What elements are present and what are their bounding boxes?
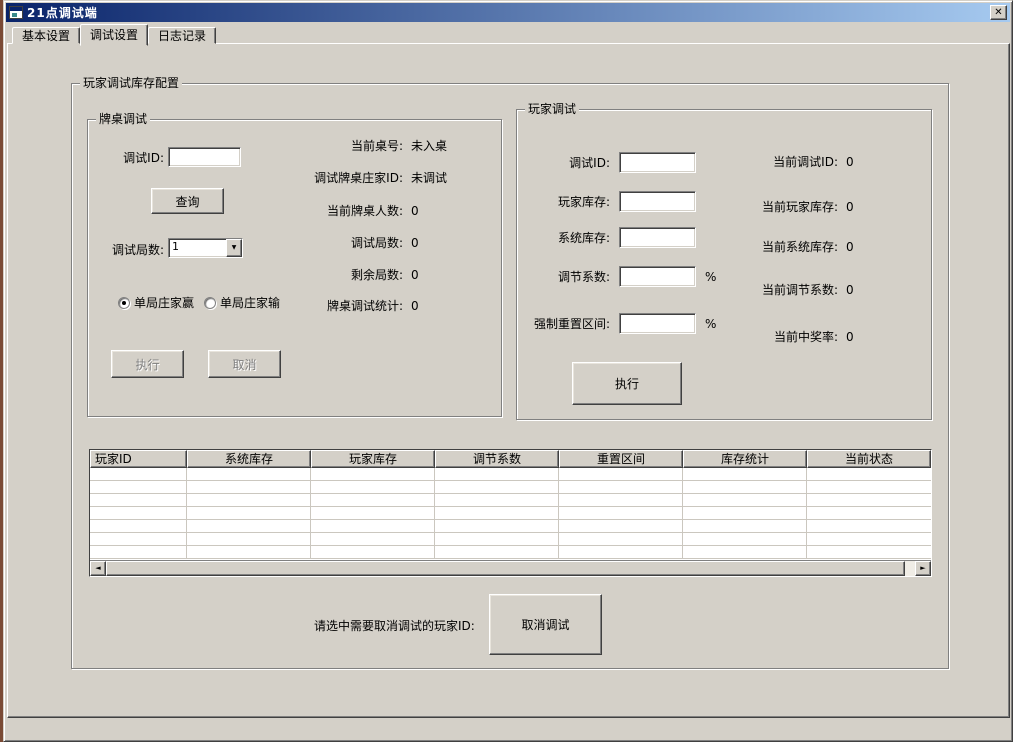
- stat-label: 当前桌号:: [278, 138, 403, 154]
- stat-label: 当前中奖率:: [722, 329, 838, 345]
- stat-label: 当前调试ID:: [722, 154, 838, 170]
- scroll-left-icon: ◄: [95, 564, 100, 572]
- table-row[interactable]: [90, 468, 931, 481]
- player-list: 玩家ID 系统库存 玩家库存 调节系数 重置区间 库存统计 当前状态 ◄: [89, 449, 932, 577]
- group-table-debug: 牌桌调试 调试ID: 查询 调试局数: 1 ▼ 单局庄家赢 单局庄家输 执行 取…: [87, 119, 502, 417]
- table-row[interactable]: [90, 520, 931, 533]
- stat-label: 剩余局数:: [278, 267, 403, 283]
- column-header-system-stock[interactable]: 系统库存: [187, 450, 311, 468]
- cancel-debug-button[interactable]: 取消调试: [489, 594, 602, 655]
- table-cancel-button: 取消: [208, 350, 281, 378]
- stat-value: 0: [846, 154, 854, 170]
- scroll-track: [905, 561, 915, 576]
- tab-basic-settings[interactable]: 基本设置: [12, 27, 80, 44]
- stat-value: 0: [846, 282, 854, 298]
- table-row[interactable]: [90, 494, 931, 507]
- stat-label: 当前调节系数:: [722, 282, 838, 298]
- table-row[interactable]: [90, 546, 931, 559]
- stat-current-player-stock: 当前玩家库存: 0: [517, 199, 933, 215]
- player-execute-button[interactable]: 执行: [572, 362, 682, 405]
- column-header-reset-range[interactable]: 重置区间: [559, 450, 683, 468]
- stat-table-player-count: 当前牌桌人数: 0: [88, 203, 503, 219]
- column-header-stock-total[interactable]: 库存统计: [683, 450, 807, 468]
- stat-value: 未调试: [411, 170, 447, 186]
- column-header-player-id[interactable]: 玩家ID: [90, 450, 187, 468]
- stat-remaining-rounds: 剩余局数: 0: [88, 267, 503, 283]
- stat-value: 0: [411, 267, 419, 283]
- table-row[interactable]: [90, 481, 931, 494]
- app-window: 21点调试端 ✕ 基本设置 调试设置 日志记录 玩家调试库存配置 牌桌调试 调试…: [3, 0, 1013, 742]
- table-execute-button: 执行: [111, 350, 184, 378]
- stat-label: 牌桌调试统计:: [278, 298, 403, 314]
- stat-current-debug-id: 当前调试ID: 0: [517, 154, 933, 170]
- scroll-right-icon: ►: [920, 564, 925, 572]
- stat-current-table: 当前桌号: 未入桌: [88, 138, 503, 154]
- cancel-hint-label: 请选中需要取消调试的玩家ID:: [314, 616, 475, 636]
- group-player-debug: 玩家调试 调试ID: 玩家库存: 系统库存: 调节系数: %: [516, 109, 932, 420]
- stat-value: 0: [411, 235, 419, 251]
- stat-label: 当前玩家库存:: [722, 199, 838, 215]
- group-title: 玩家调试: [525, 102, 579, 116]
- app-icon: [9, 6, 23, 19]
- group-title: 玩家调试库存配置: [80, 76, 182, 90]
- scroll-left-button[interactable]: ◄: [90, 561, 106, 576]
- window-title: 21点调试端: [27, 4, 98, 21]
- scroll-thumb[interactable]: [106, 561, 905, 576]
- tab-debug-settings[interactable]: 调试设置: [80, 24, 148, 46]
- stat-label: 调试牌桌庄家ID:: [278, 170, 403, 186]
- stat-label: 当前牌桌人数:: [278, 203, 403, 219]
- column-header-player-stock[interactable]: 玩家库存: [311, 450, 435, 468]
- stat-value: 0: [846, 239, 854, 255]
- stat-current-win-rate: 当前中奖率: 0: [517, 329, 933, 345]
- stat-value: 未入桌: [411, 138, 447, 154]
- stat-value: 0: [411, 298, 419, 314]
- table-row[interactable]: [90, 533, 931, 546]
- stat-debug-rounds: 调试局数: 0: [88, 235, 503, 251]
- column-header-adjust-factor[interactable]: 调节系数: [435, 450, 559, 468]
- title-bar[interactable]: 21点调试端 ✕: [6, 3, 1010, 22]
- tab-log-records[interactable]: 日志记录: [148, 27, 216, 44]
- list-body: [90, 468, 931, 560]
- column-header-current-status[interactable]: 当前状态: [807, 450, 931, 468]
- tab-strip: 基本设置 调试设置 日志记录: [12, 25, 216, 44]
- stat-value: 0: [846, 199, 854, 215]
- stat-label: 当前系统库存:: [722, 239, 838, 255]
- stat-value: 0: [846, 329, 854, 345]
- stat-table-debug-total: 牌桌调试统计: 0: [88, 298, 503, 314]
- stat-current-system-stock: 当前系统库存: 0: [517, 239, 933, 255]
- stat-value: 0: [411, 203, 419, 219]
- close-button[interactable]: ✕: [990, 5, 1007, 20]
- table-row[interactable]: [90, 507, 931, 520]
- h-scrollbar: ◄ ►: [90, 560, 931, 576]
- close-icon: ✕: [994, 7, 1002, 18]
- stat-current-adjust-factor: 当前调节系数: 0: [517, 282, 933, 298]
- list-header: 玩家ID 系统库存 玩家库存 调节系数 重置区间 库存统计 当前状态: [90, 450, 931, 468]
- stat-debug-dealer-id: 调试牌桌庄家ID: 未调试: [88, 170, 503, 186]
- stat-label: 调试局数:: [278, 235, 403, 251]
- tab-page-debug-settings: 玩家调试库存配置 牌桌调试 调试ID: 查询 调试局数: 1 ▼ 单局庄家赢 单…: [7, 43, 1010, 718]
- group-title: 牌桌调试: [96, 112, 150, 126]
- scroll-right-button[interactable]: ►: [915, 561, 931, 576]
